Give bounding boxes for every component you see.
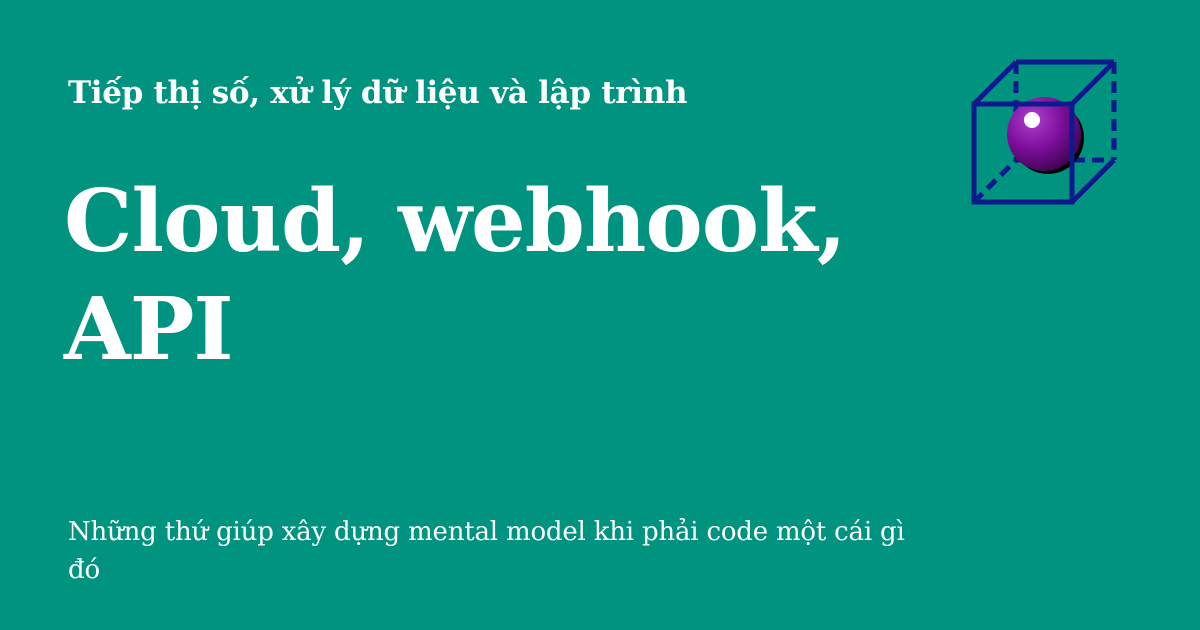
page-title-line-1: Cloud, webhook,	[64, 171, 847, 272]
cube-with-sphere-icon	[971, 59, 1117, 205]
site-name: Tiếp thị số, xử lý dữ liệu và lập trình	[68, 75, 688, 111]
page-title: Cloud, webhook, API	[64, 168, 924, 384]
page-subtitle: Những thứ giúp xây dựng mental model khi…	[68, 517, 905, 585]
page-title-line-2: API	[64, 279, 234, 380]
social-card: Tiếp thị số, xử lý dữ liệu và lập trình …	[0, 0, 1200, 630]
